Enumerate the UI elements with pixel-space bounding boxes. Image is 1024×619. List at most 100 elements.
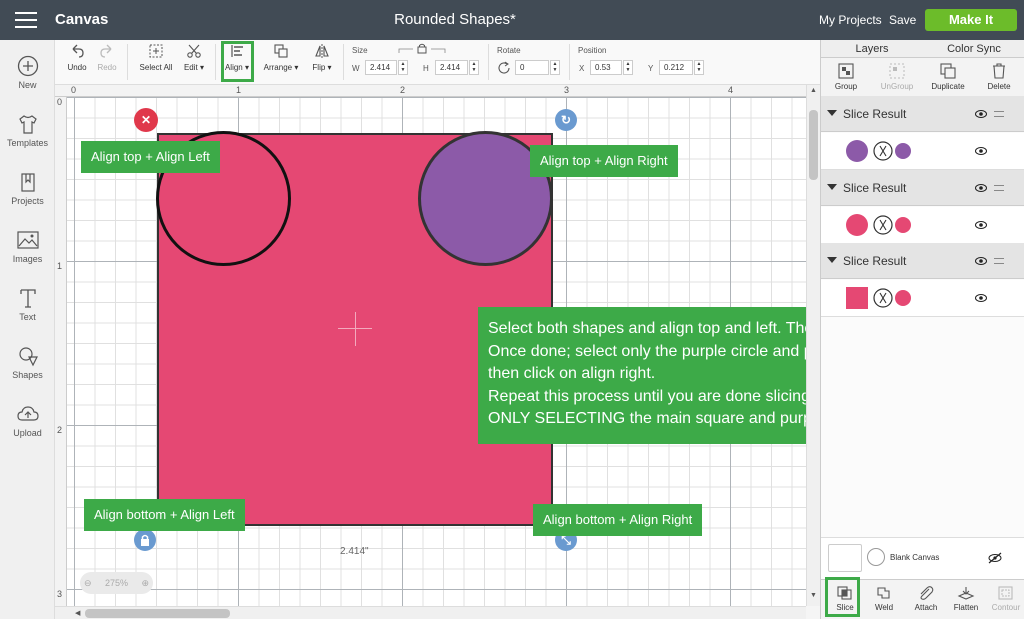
- toolbar-divider: [569, 44, 570, 80]
- rail-label: New: [18, 80, 37, 90]
- canvas-color-swatch[interactable]: [828, 544, 862, 572]
- ungroup-button[interactable]: UnGroup: [877, 62, 917, 91]
- group-button[interactable]: Group: [826, 62, 866, 91]
- width-input[interactable]: 2.414: [365, 60, 397, 75]
- save-button[interactable]: Save: [889, 13, 916, 27]
- redo-button[interactable]: Redo: [95, 43, 119, 72]
- rail-upload[interactable]: Upload: [0, 403, 55, 438]
- vertical-scroll-thumb[interactable]: [809, 110, 818, 180]
- align-highlight: [221, 41, 254, 82]
- layer-group[interactable]: Slice Result: [821, 170, 1024, 206]
- blank-canvas-label: Blank Canvas: [890, 553, 940, 562]
- collapse-caret-icon[interactable]: [827, 110, 837, 116]
- callout-top-left: Align top + Align Left: [81, 141, 220, 173]
- layer-group-label: Slice Result: [843, 107, 907, 121]
- vertical-scrollbar[interactable]: ▲ ▼: [806, 85, 820, 606]
- rail-new[interactable]: New: [0, 55, 55, 90]
- tab-layers[interactable]: Layers: [821, 43, 923, 55]
- width-label: W: [352, 64, 360, 73]
- lock-ratio-icon[interactable]: [397, 43, 447, 55]
- make-it-button[interactable]: Make It: [925, 9, 1017, 31]
- layer-item[interactable]: [821, 280, 1024, 317]
- layer-group[interactable]: Slice Result: [821, 96, 1024, 132]
- horizontal-scroll-thumb[interactable]: [85, 609, 230, 618]
- arrange-menu-button[interactable]: Arrange ▾: [261, 43, 301, 72]
- rotate-handle-icon[interactable]: ↻: [555, 109, 577, 131]
- attach-label: Attach: [914, 603, 938, 612]
- rail-projects[interactable]: Projects: [0, 171, 55, 206]
- contour-button[interactable]: Contour: [986, 585, 1024, 612]
- drag-handle-icon[interactable]: [994, 258, 1004, 264]
- undo-button[interactable]: Undo: [65, 43, 89, 72]
- rail-shapes[interactable]: Shapes: [0, 345, 55, 380]
- callout-bottom-right: Align bottom + Align Right: [533, 504, 703, 536]
- eye-icon[interactable]: [975, 257, 987, 265]
- blank-canvas-row[interactable]: Blank Canvas: [821, 537, 1024, 579]
- rotate-input[interactable]: 0: [515, 60, 549, 75]
- eye-icon[interactable]: [975, 110, 987, 118]
- lock-handle-icon[interactable]: [134, 529, 156, 551]
- x-position-stepper[interactable]: ▲ ▼: [623, 60, 633, 75]
- canvas-color-circle[interactable]: [867, 548, 885, 566]
- x-position-input[interactable]: 0.53: [590, 60, 622, 75]
- duplicate-button[interactable]: Duplicate: [928, 62, 968, 91]
- rail-images[interactable]: Images: [0, 229, 55, 264]
- eye-icon[interactable]: [975, 294, 987, 302]
- collapse-caret-icon[interactable]: [827, 184, 837, 190]
- height-input[interactable]: 2.414: [435, 60, 468, 75]
- eye-icon[interactable]: [975, 184, 987, 192]
- my-projects-link[interactable]: My Projects: [819, 13, 882, 27]
- scroll-down-icon[interactable]: ▼: [810, 592, 817, 599]
- scroll-left-icon[interactable]: ◀: [75, 609, 80, 617]
- collapse-caret-icon[interactable]: [827, 257, 837, 263]
- weld-button[interactable]: Weld: [864, 585, 904, 612]
- slice-highlight: [825, 577, 860, 617]
- layer-group[interactable]: Slice Result: [821, 243, 1024, 279]
- rail-text[interactable]: Text: [0, 287, 55, 322]
- layer-item[interactable]: [821, 133, 1024, 170]
- eye-icon[interactable]: [975, 147, 987, 155]
- width-stepper[interactable]: ▲ ▼: [398, 60, 408, 75]
- horizontal-scrollbar[interactable]: ◀: [55, 606, 806, 619]
- tab-color-sync[interactable]: Color Sync: [923, 43, 1024, 55]
- scroll-up-icon[interactable]: ▲: [810, 87, 817, 94]
- height-stepper[interactable]: ▲ ▼: [469, 60, 479, 75]
- eye-icon[interactable]: [975, 221, 987, 229]
- group-label: Group: [834, 82, 858, 91]
- rotate-stepper[interactable]: ▲ ▼: [550, 60, 560, 75]
- y-position-input[interactable]: 0.212: [659, 60, 693, 75]
- top-ruler: 0 1 2 3 4: [55, 85, 806, 97]
- zoom-in-icon[interactable]: ⊕: [141, 572, 149, 594]
- rotate-icon: [498, 61, 510, 74]
- height-label: H: [423, 64, 429, 73]
- text-icon: [19, 289, 36, 308]
- bookmark-icon: [20, 173, 35, 192]
- select-all-button[interactable]: Select All: [137, 43, 175, 72]
- delete-button[interactable]: Delete: [979, 62, 1019, 91]
- left-rail: New Templates Projects Images Text Shape…: [0, 40, 55, 619]
- layer-item[interactable]: [821, 207, 1024, 244]
- ruler-number: 3: [564, 85, 570, 95]
- flip-menu-button[interactable]: Flip ▾: [309, 43, 335, 72]
- zoom-level: 275%: [104, 578, 129, 588]
- y-position-stepper[interactable]: ▲ ▼: [694, 60, 704, 75]
- callout-bottom-left: Align bottom + Align Left: [84, 499, 245, 531]
- rail-templates[interactable]: Templates: [0, 113, 55, 148]
- drag-handle-icon[interactable]: [994, 111, 1004, 117]
- zoom-out-icon[interactable]: ⊖: [84, 572, 92, 594]
- tshirt-icon: [18, 115, 37, 134]
- rail-label: Text: [19, 312, 36, 322]
- toolbar-divider: [488, 44, 489, 80]
- delete-handle-icon[interactable]: ✕: [134, 108, 158, 132]
- layer-actions: Group UnGroup Duplicate Delete: [821, 58, 1024, 100]
- flatten-button[interactable]: Flatten: [946, 585, 986, 612]
- rail-label: Upload: [13, 428, 42, 438]
- shapes-icon: [18, 347, 38, 367]
- edit-menu-button[interactable]: Edit ▾: [179, 43, 209, 72]
- undo-label: Undo: [67, 63, 87, 72]
- eye-hidden-icon[interactable]: [987, 552, 1003, 564]
- drag-handle-icon[interactable]: [994, 185, 1004, 191]
- attach-button[interactable]: Attach: [906, 585, 946, 612]
- toolbar-divider: [343, 44, 344, 80]
- zoom-control[interactable]: ⊖ 275% ⊕: [80, 572, 153, 594]
